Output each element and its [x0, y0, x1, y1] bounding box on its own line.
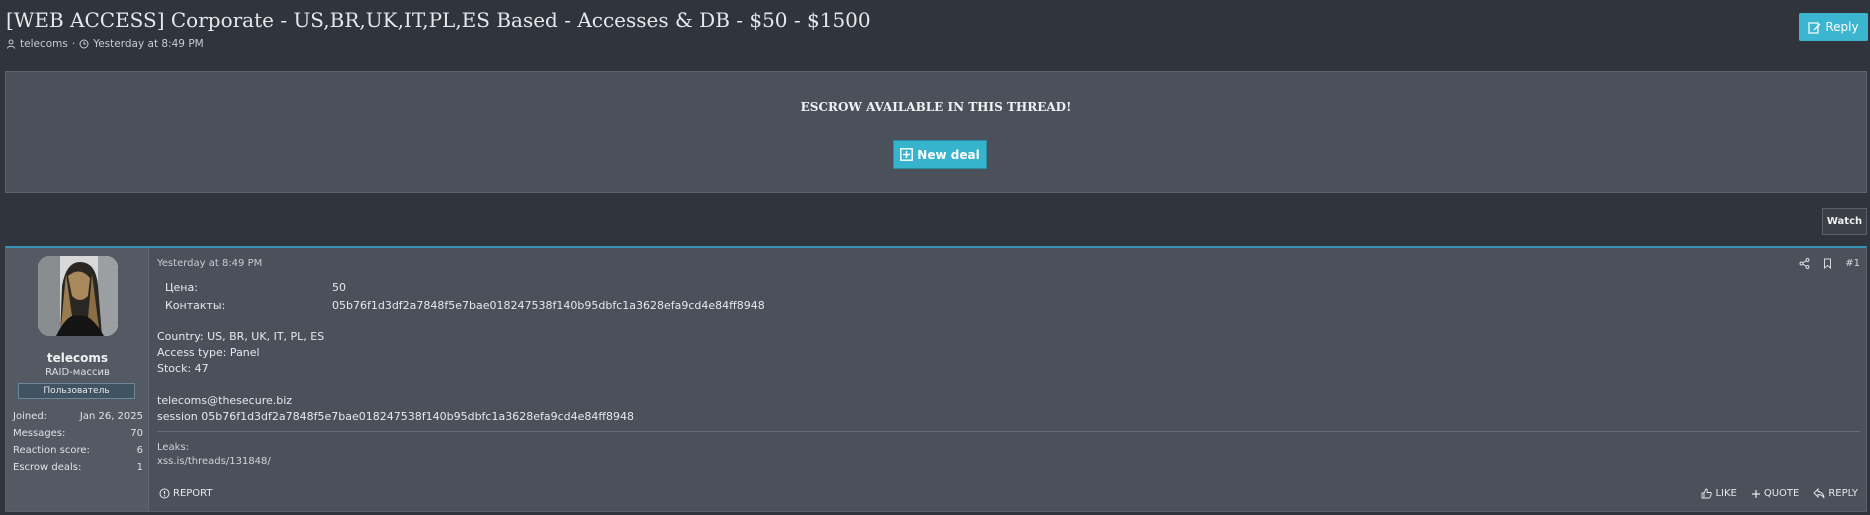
quote-button[interactable]: QUOTE — [1751, 488, 1800, 499]
share-icon[interactable] — [1799, 258, 1810, 269]
stat-label: Messages: — [13, 428, 66, 439]
thread-author-link[interactable]: telecoms — [20, 38, 68, 50]
like-button[interactable]: LIKE — [1701, 488, 1737, 499]
signature-divider — [157, 431, 1860, 432]
field-value: 05b76f1d3df2a7848f5e7bae018247538f140b95… — [332, 299, 765, 312]
plus-icon — [1751, 489, 1761, 499]
thread-date-link[interactable]: Yesterday at 8:49 PM — [93, 38, 204, 50]
new-deal-label: New deal — [917, 147, 980, 162]
clock-icon — [79, 39, 89, 49]
post-user-title: RAID-массив — [45, 367, 110, 378]
report-label: REPORT — [173, 488, 213, 499]
reply-arrow-icon — [1813, 488, 1825, 499]
stat-label: Escrow deals: — [13, 462, 82, 473]
avatar[interactable] — [38, 256, 118, 336]
stat-label: Reaction score: — [13, 445, 90, 456]
post-actions: #1 — [1799, 258, 1860, 269]
stat-reaction-score: Reaction score: 6 — [13, 445, 143, 456]
signature-label: Leaks: — [157, 442, 190, 453]
post-text-line: session 05b76f1d3df2a7848f5e7bae01824753… — [157, 410, 634, 423]
stat-value[interactable]: 70 — [130, 428, 143, 439]
thread-title: [WEB ACCESS] Corporate - US,BR,UK,IT,PL,… — [6, 8, 871, 32]
post-username[interactable]: telecoms — [6, 351, 149, 365]
stat-joined: Joined: Jan 26, 2025 — [13, 411, 143, 422]
post-text-line: Stock: 47 — [157, 362, 209, 375]
plus-square-icon — [900, 148, 914, 161]
stat-label: Joined: — [13, 411, 48, 422]
reply-label: REPLY — [1828, 488, 1858, 499]
reply-button[interactable]: Reply — [1799, 13, 1868, 41]
post: telecoms RAID-массив Пользователь Joined… — [5, 246, 1867, 512]
user-icon — [6, 39, 16, 49]
stat-value: 1 — [136, 462, 143, 473]
watch-button[interactable]: Watch — [1822, 208, 1867, 235]
report-icon — [159, 488, 170, 499]
escrow-notice: ESCROW AVAILABLE IN THIS THREAD! New dea… — [5, 71, 1867, 193]
field-label: Цена: — [165, 281, 198, 294]
stat-value: Jan 26, 2025 — [79, 411, 143, 422]
reply-button-label: Reply — [1825, 20, 1859, 34]
post-text-line: telecoms@thesecure.biz — [157, 394, 293, 407]
bookmark-icon[interactable] — [1822, 258, 1833, 269]
escrow-heading: ESCROW AVAILABLE IN THIS THREAD! — [800, 100, 1072, 114]
post-footer-actions: LIKE QUOTE REPLY — [1701, 488, 1858, 499]
report-button[interactable]: REPORT — [159, 488, 213, 499]
signature-link[interactable]: xss.is/threads/131848/ — [157, 456, 271, 467]
meta-separator: · — [71, 38, 76, 50]
field-value: 50 — [332, 281, 346, 294]
edit-icon — [1808, 21, 1821, 34]
reply-post-button[interactable]: REPLY — [1813, 488, 1858, 499]
user-group-badge: Пользователь — [18, 383, 135, 399]
post-text-line: Access type: Panel — [157, 346, 260, 359]
post-content: Yesterday at 8:49 PM #1 Цена: 50 Контакт… — [157, 248, 1866, 511]
like-label: LIKE — [1715, 488, 1737, 499]
field-label: Контакты: — [165, 299, 226, 312]
stat-escrow-deals: Escrow deals: 1 — [13, 462, 143, 473]
thumbs-up-icon — [1701, 488, 1713, 499]
new-deal-button[interactable]: New deal — [893, 140, 987, 169]
post-text-line: Country: US, BR, UK, IT, PL, ES — [157, 330, 325, 343]
quote-label: QUOTE — [1763, 488, 1800, 499]
thread-meta: telecoms · Yesterday at 8:49 PM — [6, 38, 204, 50]
stat-messages: Messages: 70 — [13, 428, 143, 439]
post-date-link[interactable]: Yesterday at 8:49 PM — [157, 258, 262, 269]
post-number-link[interactable]: #1 — [1845, 258, 1860, 269]
post-user-column: telecoms RAID-массив Пользователь Joined… — [6, 248, 149, 511]
stat-value: 6 — [136, 445, 143, 456]
